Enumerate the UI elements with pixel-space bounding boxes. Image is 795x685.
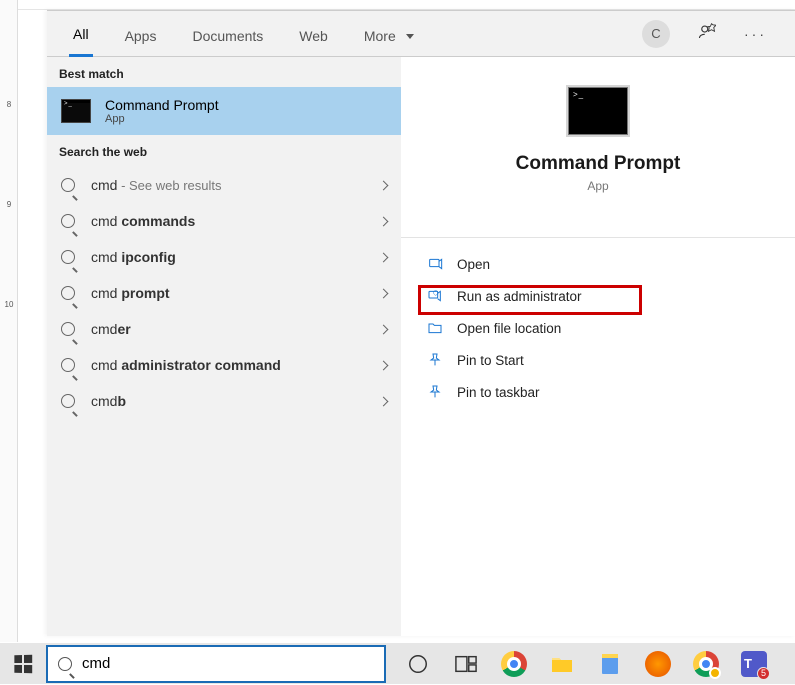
action-open-location-label: Open file location [457, 321, 561, 336]
user-avatar[interactable]: C [642, 20, 670, 48]
preview-title: Command Prompt [401, 153, 795, 175]
web-result-item[interactable]: cmder [47, 311, 401, 347]
horizontal-ruler [18, 0, 795, 10]
windows-search-panel: All Apps Documents Web More C ··· Best m… [47, 10, 795, 636]
web-result-bold: b [117, 393, 126, 409]
taskbar-search-box[interactable] [46, 645, 386, 683]
web-result-prefix: cmd [91, 393, 117, 409]
action-pin-to-taskbar[interactable]: Pin to taskbar [425, 376, 795, 408]
web-result-prefix: cmd [91, 357, 121, 373]
action-pin-start-label: Pin to Start [457, 353, 524, 368]
chevron-right-icon [379, 252, 389, 262]
feedback-icon[interactable] [698, 23, 716, 44]
tab-more-label: More [364, 28, 396, 44]
pinned-app-notepad[interactable] [586, 643, 634, 685]
chevron-right-icon [379, 324, 389, 334]
search-web-heading: Search the web [47, 135, 401, 165]
tab-apps[interactable]: Apps [121, 28, 161, 56]
command-prompt-icon [61, 99, 91, 123]
web-result-item[interactable]: cmd prompt [47, 275, 401, 311]
ruler-mark: 9 [0, 200, 18, 209]
vertical-ruler: 8 9 10 [0, 0, 18, 684]
best-match-item[interactable]: Command Prompt App [47, 87, 401, 135]
web-result-bold: administrator command [121, 357, 280, 373]
action-run-as-administrator[interactable]: Run as administrator [425, 280, 795, 312]
best-match-title: Command Prompt [105, 97, 219, 113]
search-icon [61, 250, 75, 264]
windows-logo-icon [14, 654, 32, 673]
web-result-prefix: cmd [91, 321, 117, 337]
pinned-app-chrome[interactable] [490, 643, 538, 685]
best-match-subtitle: App [105, 113, 219, 125]
search-icon [61, 286, 75, 300]
web-result-item[interactable]: cmd ipconfig [47, 239, 401, 275]
web-result-item[interactable]: cmd administrator command [47, 347, 401, 383]
taskbar: T 5 [0, 642, 795, 684]
chevron-down-icon [406, 34, 414, 39]
pinned-app-generic[interactable] [634, 643, 682, 685]
web-results-list: cmd - See web results cmd commands cmd i… [47, 165, 401, 419]
web-result-bold: er [117, 321, 130, 337]
search-results-column: Best match Command Prompt App Search the… [47, 57, 401, 636]
pinned-app-file-explorer[interactable] [538, 643, 586, 685]
chevron-right-icon [379, 180, 389, 190]
chevron-right-icon [379, 360, 389, 370]
chevron-right-icon [379, 216, 389, 226]
tab-more[interactable]: More [360, 28, 418, 56]
command-prompt-icon [568, 87, 628, 135]
web-result-bold: commands [121, 213, 195, 229]
search-icon [61, 178, 75, 192]
preview-pane: Command Prompt App Open Run as administr… [401, 57, 795, 636]
web-result-prefix: cmd [91, 177, 117, 193]
taskbar-search-input[interactable] [82, 655, 374, 672]
action-pin-to-start[interactable]: Pin to Start [425, 344, 795, 376]
tab-all[interactable]: All [69, 26, 93, 57]
search-icon [61, 214, 75, 228]
tab-web[interactable]: Web [295, 28, 332, 56]
task-view-icon[interactable] [442, 643, 490, 685]
action-open-label: Open [457, 257, 490, 272]
pinned-app-chrome-beta[interactable] [682, 643, 730, 685]
action-run-admin-label: Run as administrator [457, 289, 582, 304]
action-open[interactable]: Open [425, 248, 795, 280]
chevron-right-icon [379, 396, 389, 406]
search-icon [61, 322, 75, 336]
ruler-mark: 8 [0, 100, 18, 109]
web-result-prefix: cmd [91, 249, 121, 265]
pinned-app-teams[interactable]: T 5 [730, 643, 778, 685]
search-filter-tabs: All Apps Documents Web More C ··· [47, 11, 795, 57]
web-result-item[interactable]: cmdb [47, 383, 401, 419]
search-icon [61, 394, 75, 408]
preview-actions: Open Run as administrator Open file loca… [401, 237, 795, 408]
web-result-suffix: - See web results [117, 178, 221, 193]
web-result-bold: ipconfig [121, 249, 175, 265]
web-result-item[interactable]: cmd - See web results [47, 167, 401, 203]
web-result-bold: prompt [121, 285, 169, 301]
web-result-prefix: cmd [91, 285, 121, 301]
web-result-item[interactable]: cmd commands [47, 203, 401, 239]
ruler-mark: 10 [0, 300, 18, 309]
search-icon [61, 358, 75, 372]
start-button[interactable] [0, 643, 46, 685]
chevron-right-icon [379, 288, 389, 298]
search-icon [58, 657, 72, 671]
action-open-file-location[interactable]: Open file location [425, 312, 795, 344]
overflow-menu-icon[interactable]: ··· [744, 26, 767, 42]
best-match-heading: Best match [47, 57, 401, 87]
taskbar-app-icons: T 5 [394, 643, 778, 685]
cortana-icon[interactable] [394, 643, 442, 685]
web-result-prefix: cmd [91, 213, 121, 229]
action-pin-taskbar-label: Pin to taskbar [457, 385, 540, 400]
tab-documents[interactable]: Documents [188, 28, 267, 56]
preview-subtitle: App [401, 179, 795, 193]
